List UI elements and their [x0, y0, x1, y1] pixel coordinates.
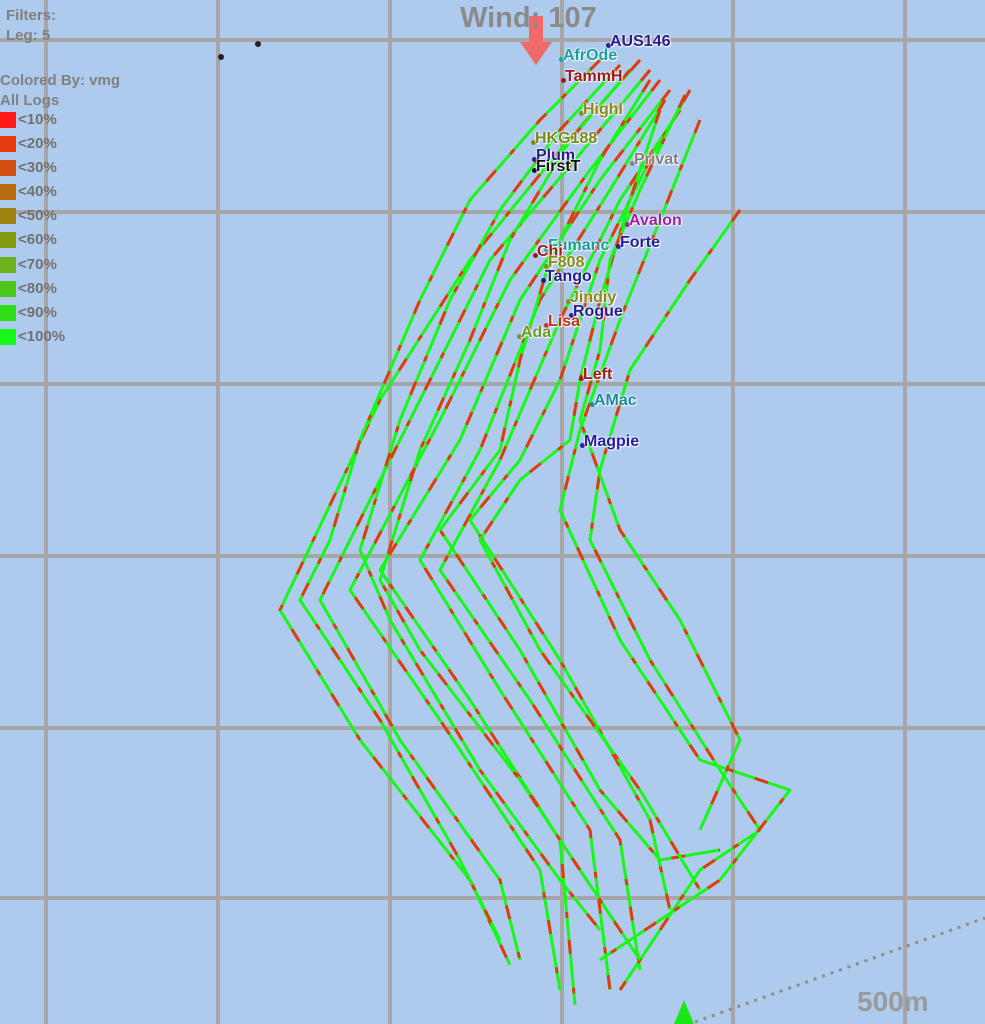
mark-dot	[255, 41, 261, 47]
boat-track	[438, 79, 721, 862]
boat-track	[278, 59, 642, 966]
legend-item: <40%	[0, 182, 80, 202]
boat-label[interactable]: AMac	[594, 392, 637, 410]
legend-swatch	[0, 329, 16, 345]
boat-track-slow-segments	[278, 59, 642, 966]
boat-tracks	[278, 58, 792, 1006]
legend-item: <100%	[0, 327, 80, 347]
mark-dot	[218, 54, 224, 60]
boat-label[interactable]: AUS146	[610, 33, 670, 51]
legend-label: <40%	[18, 183, 57, 200]
colored-by-label: Colored By: vmg	[0, 72, 121, 89]
filters-label: Filters:	[6, 7, 57, 24]
boat-label[interactable]: TammH	[565, 68, 623, 86]
legend-swatch	[0, 281, 16, 297]
legend-swatch	[0, 305, 16, 321]
boat-track-slow-segments	[578, 94, 742, 831]
boat-track	[578, 94, 742, 831]
race-map[interactable]	[0, 0, 985, 1024]
boat-label[interactable]: Rogue	[573, 303, 623, 321]
scale-label: 500m	[857, 986, 929, 1017]
legend-item: <30%	[0, 158, 80, 178]
boat-label[interactable]: AfrOde	[563, 47, 617, 65]
wind-label: Wind: 107	[460, 2, 597, 34]
boat-label[interactable]: Lisa	[548, 313, 580, 331]
legend-swatch	[0, 184, 16, 200]
legend-label: <50%	[18, 207, 57, 224]
boat-track-slow-segments	[378, 89, 672, 1006]
legend-swatch	[0, 136, 16, 152]
boat-label[interactable]: Privat	[634, 151, 678, 169]
boat-track	[378, 89, 672, 1006]
legend-item: <90%	[0, 303, 80, 323]
legend-label: <30%	[18, 159, 57, 176]
legend-label: <100%	[18, 328, 66, 345]
boat-label[interactable]: Avalon	[629, 212, 682, 230]
legend-swatch	[0, 208, 16, 224]
legend-item: <20%	[0, 134, 80, 154]
boat-label[interactable]: Left	[583, 366, 612, 384]
leg-filter-label: Leg: 5	[6, 27, 51, 44]
boat-label[interactable]: Tango	[545, 268, 592, 286]
legend-label: <70%	[18, 256, 57, 273]
boat-label[interactable]: FirstT	[536, 158, 580, 176]
logs-label: All Logs	[0, 92, 60, 109]
legend-swatch	[0, 257, 16, 273]
legend-label: <20%	[18, 135, 57, 152]
legend-item: <80%	[0, 279, 80, 299]
legend-swatch	[0, 112, 16, 128]
legend-label: <10%	[18, 111, 57, 128]
boat-label[interactable]: HKG188	[535, 130, 597, 148]
boat-label[interactable]: Forte	[620, 234, 660, 252]
legend-swatch	[0, 160, 16, 176]
legend-item: <50%	[0, 206, 80, 226]
boat-label[interactable]: Magpie	[584, 433, 639, 451]
boat-label[interactable]: Ada	[521, 324, 551, 342]
start-marker-icon	[674, 1000, 694, 1024]
boat-label[interactable]: Highl	[583, 101, 623, 119]
legend-item: <60%	[0, 230, 80, 250]
legend-item: <70%	[0, 255, 80, 275]
legend-label: <90%	[18, 304, 57, 321]
legend-label: <80%	[18, 280, 57, 297]
legend-item: <10%	[0, 110, 80, 130]
legend-swatch	[0, 232, 16, 248]
start-line	[694, 916, 985, 1024]
legend-label: <60%	[18, 231, 57, 248]
